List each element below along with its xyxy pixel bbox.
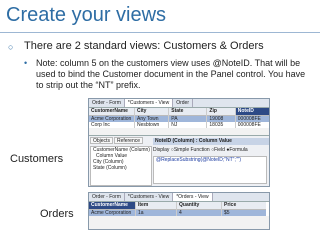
table-cell[interactable]: $5 <box>222 210 266 216</box>
caption-orders: Orders <box>40 208 74 220</box>
column-header-selected[interactable]: NoteID <box>235 108 269 116</box>
tab-customers-view[interactable]: *Customers - View <box>125 193 174 201</box>
table-cell[interactable]: Nesbtown <box>135 122 168 128</box>
tab-order[interactable]: Order <box>173 99 193 107</box>
bullet-ring-icon: ○ <box>8 42 14 52</box>
customers-grid: CustomerName Acme Corporation Corp Inc C… <box>89 108 269 128</box>
slide-title: Create your views <box>6 4 167 26</box>
editor-tabs: Order - Form *Customers - View *Orders -… <box>89 193 269 202</box>
caption-customers: Customers <box>10 153 64 165</box>
column-header[interactable]: City <box>134 108 169 116</box>
column-header[interactable]: CustomerName <box>89 108 134 116</box>
option-simple-function[interactable]: Simple Function <box>174 147 210 153</box>
table-cell[interactable]: 1a <box>136 210 176 216</box>
column-header[interactable]: Item <box>136 202 176 210</box>
tab-customers-view[interactable]: *Customers - View <box>124 99 174 107</box>
tree-item[interactable]: State (Column) <box>91 165 151 171</box>
column-header[interactable]: State <box>169 108 207 116</box>
table-cell[interactable]: 4 <box>177 210 221 216</box>
formula-text[interactable]: @ReplaceSubstring(@NoteID;"NT";"") <box>154 157 266 163</box>
column-header[interactable]: Quantity <box>177 202 221 210</box>
bullet-dot-icon: • <box>24 58 28 68</box>
table-cell[interactable]: NJ <box>169 122 206 128</box>
bullet-2-text: Note: column 5 on the customers view use… <box>36 58 306 90</box>
bullet-1-text: There are 2 standard views: Customers & … <box>24 40 264 52</box>
tab-reference[interactable]: Reference <box>113 137 144 144</box>
column-value-title: NoteID (Column) : Column Value <box>153 138 269 145</box>
tab-orders-view[interactable]: *Orders - View <box>173 193 213 201</box>
display-options: Display ○Simple Function ○Field ●Formula <box>153 147 248 154</box>
orders-view-screenshot: Order - Form *Customers - View *Orders -… <box>88 192 270 230</box>
column-header[interactable]: Price <box>222 202 266 210</box>
editor-tabs: Order - Form *Customers - View Order <box>89 99 269 108</box>
tab-objects[interactable]: Objects <box>90 137 113 144</box>
table-cell[interactable]: 000008FE <box>236 122 269 128</box>
object-tree: CustomerName (Column) Column Value City … <box>90 146 152 186</box>
option-formula[interactable]: Formula <box>229 147 247 153</box>
display-label: Display <box>153 147 170 153</box>
table-cell[interactable]: Acme Corporation <box>89 210 135 216</box>
customers-view-screenshot: Order - Form *Customers - View Order Cus… <box>88 98 270 187</box>
table-cell[interactable]: 18035 <box>207 122 234 128</box>
column-header[interactable]: Zip <box>207 108 235 116</box>
title-divider <box>0 32 320 33</box>
table-cell[interactable]: Corp Inc <box>89 122 134 128</box>
tab-order-form[interactable]: Order - Form <box>89 193 125 201</box>
properties-panel: Objects Reference CustomerName (Column) … <box>89 135 269 186</box>
column-header-selected[interactable]: CustomerName <box>89 202 135 210</box>
option-field[interactable]: Field <box>214 147 225 153</box>
formula-editor[interactable]: @ReplaceSubstring(@NoteID;"NT";"") <box>153 156 267 184</box>
tab-order-form[interactable]: Order - Form <box>89 99 125 107</box>
orders-grid: CustomerName Acme Corporation Item 1a Qu… <box>89 202 269 216</box>
